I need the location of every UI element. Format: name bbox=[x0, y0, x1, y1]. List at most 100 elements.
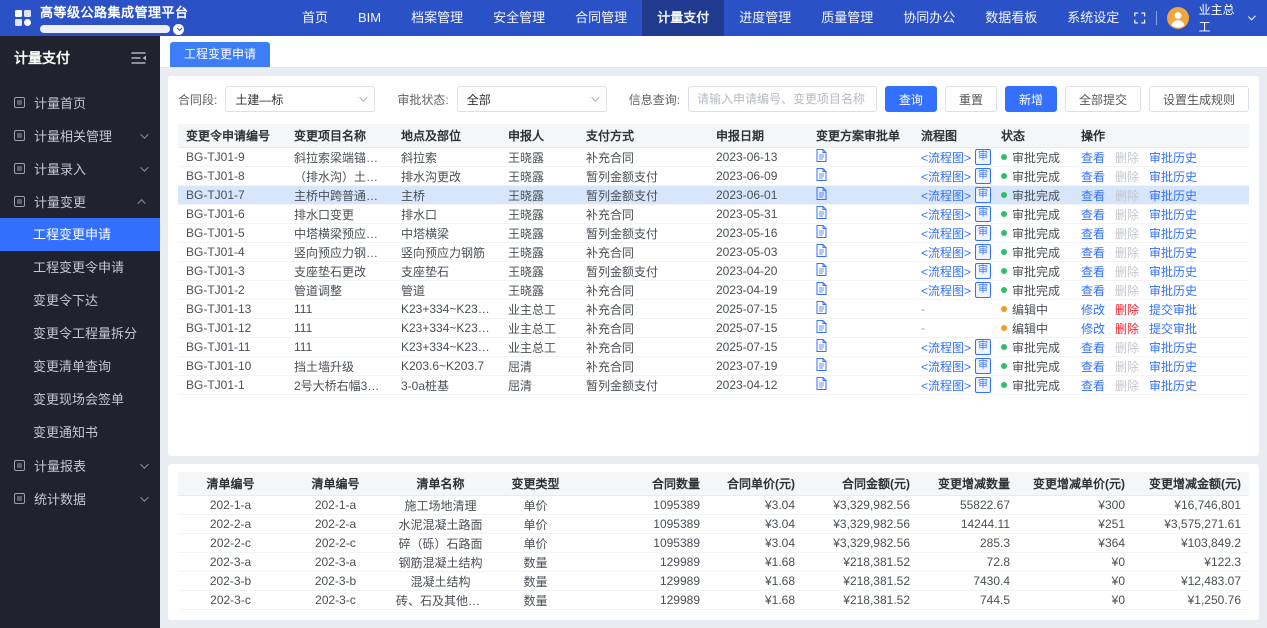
table-row[interactable]: BG-TJ01-6排水口变更排水口王晓露补充合同2023-05-31<流程图>审… bbox=[178, 205, 1249, 224]
approval-history-link[interactable]: 审批历史 bbox=[1149, 244, 1197, 261]
subtitle-toggle-icon[interactable] bbox=[173, 24, 184, 35]
document-icon[interactable] bbox=[816, 168, 827, 181]
delete-link[interactable]: 删除 bbox=[1115, 263, 1139, 280]
view-link[interactable]: 查看 bbox=[1081, 339, 1105, 356]
table-row[interactable]: BG-TJ01-4竖向预应力钢筋压...竖向预应力钢筋王晓露补充合同2023-0… bbox=[178, 243, 1249, 262]
approval-history-link[interactable]: 审批历史 bbox=[1149, 282, 1197, 299]
approval-history-link[interactable]: 审批历史 bbox=[1149, 263, 1197, 280]
sidebar-subitem[interactable]: 变更现场会签单 bbox=[0, 383, 160, 416]
nav-item[interactable]: 数据看板 bbox=[970, 0, 1052, 36]
audit-badge[interactable]: 审 bbox=[975, 225, 991, 241]
view-link[interactable]: 查看 bbox=[1081, 206, 1105, 223]
fullscreen-icon[interactable] bbox=[1134, 11, 1145, 25]
table-row[interactable]: BG-TJ01-11111K23+334~K23+675业主总工补充合同2025… bbox=[178, 338, 1249, 357]
flow-chart-link[interactable]: <流程图> bbox=[921, 187, 971, 204]
document-icon[interactable] bbox=[816, 377, 827, 390]
nav-item[interactable]: 进度管理 bbox=[724, 0, 806, 36]
approval-history-link[interactable]: 审批历史 bbox=[1149, 225, 1197, 242]
generation-rules-button[interactable]: 设置生成规则 bbox=[1149, 86, 1249, 112]
audit-badge[interactable]: 审 bbox=[975, 168, 991, 184]
contract-section-select[interactable]: 土建—标 bbox=[225, 86, 375, 112]
document-icon[interactable] bbox=[816, 149, 827, 162]
sidebar-item[interactable]: 计量录入 bbox=[0, 152, 160, 185]
document-icon[interactable] bbox=[816, 206, 827, 219]
sidebar-item[interactable]: 计量相关管理 bbox=[0, 119, 160, 152]
detail-table-row[interactable]: 202-2-a202-2-a水泥混凝土路面单价1095389¥3.04¥3,32… bbox=[178, 515, 1249, 534]
audit-badge[interactable]: 审 bbox=[975, 339, 991, 355]
audit-badge[interactable]: 审 bbox=[975, 282, 991, 298]
document-icon[interactable] bbox=[816, 244, 827, 257]
nav-item[interactable]: 档案管理 bbox=[396, 0, 478, 36]
delete-link[interactable]: 删除 bbox=[1115, 244, 1139, 261]
submit-approval-link[interactable]: 提交审批 bbox=[1149, 301, 1197, 318]
sidebar-subitem[interactable]: 变更令工程量拆分 bbox=[0, 317, 160, 350]
flow-chart-link[interactable]: <流程图> bbox=[921, 168, 971, 185]
detail-table-row[interactable]: 202-1-a202-1-a施工场地清理单价1095389¥3.04¥3,329… bbox=[178, 496, 1249, 515]
nav-item[interactable]: 计量支付 bbox=[642, 0, 724, 36]
sidebar-subitem[interactable]: 工程变更令申请 bbox=[0, 251, 160, 284]
view-link[interactable]: 查看 bbox=[1081, 149, 1105, 166]
sidebar-subitem[interactable]: 工程变更申请 bbox=[0, 218, 160, 251]
approval-history-link[interactable]: 审批历史 bbox=[1149, 149, 1197, 166]
document-icon[interactable] bbox=[816, 320, 827, 333]
nav-item[interactable]: 协同办公 bbox=[888, 0, 970, 36]
delete-link[interactable]: 删除 bbox=[1115, 282, 1139, 299]
table-row[interactable]: BG-TJ01-10挡土墙升级K203.6~K203.7屈清补充合同2023-0… bbox=[178, 357, 1249, 376]
view-link[interactable]: 查看 bbox=[1081, 187, 1105, 204]
flow-chart-link[interactable]: <流程图> bbox=[921, 377, 971, 394]
chevron-down-icon[interactable] bbox=[1248, 13, 1256, 21]
table-row[interactable]: BG-TJ01-3支座垫石更改支座垫石王晓露暂列金额支付2023-04-20<流… bbox=[178, 262, 1249, 281]
audit-badge[interactable]: 审 bbox=[975, 377, 991, 393]
sidebar-item[interactable]: 计量首页 bbox=[0, 86, 160, 119]
table-row[interactable]: BG-TJ01-2管道调整管道王晓露补充合同2023-04-19<流程图>审审批… bbox=[178, 281, 1249, 300]
collapse-sidebar-icon[interactable] bbox=[131, 52, 146, 64]
document-icon[interactable] bbox=[816, 187, 827, 200]
edit-link[interactable]: 修改 bbox=[1081, 320, 1105, 337]
nav-item[interactable]: 系统设定 bbox=[1052, 0, 1134, 36]
table-row[interactable]: BG-TJ01-9斜拉索梁端锚齿板...斜拉索王晓露补充合同2023-06-13… bbox=[178, 148, 1249, 167]
table-row[interactable]: BG-TJ01-13111K23+334~K23+675业主总工补充合同2025… bbox=[178, 300, 1249, 319]
sidebar-item[interactable]: 统计数据 bbox=[0, 482, 160, 515]
view-link[interactable]: 查看 bbox=[1081, 244, 1105, 261]
document-icon[interactable] bbox=[816, 358, 827, 371]
audit-badge[interactable]: 审 bbox=[975, 263, 991, 279]
document-icon[interactable] bbox=[816, 282, 827, 295]
audit-badge[interactable]: 审 bbox=[975, 244, 991, 260]
submit-all-button[interactable]: 全部提交 bbox=[1065, 86, 1141, 112]
view-link[interactable]: 查看 bbox=[1081, 225, 1105, 242]
submit-approval-link[interactable]: 提交审批 bbox=[1149, 320, 1197, 337]
approval-history-link[interactable]: 审批历史 bbox=[1149, 187, 1197, 204]
flow-chart-link[interactable]: <流程图> bbox=[921, 282, 971, 299]
sidebar-subitem[interactable]: 变更清单查询 bbox=[0, 350, 160, 383]
search-button[interactable]: 查询 bbox=[885, 86, 937, 112]
flow-chart-link[interactable]: <流程图> bbox=[921, 225, 971, 242]
delete-link[interactable]: 删除 bbox=[1115, 149, 1139, 166]
add-button[interactable]: 新增 bbox=[1005, 86, 1057, 112]
table-row[interactable]: BG-TJ01-5中塔横梁预应力孔...中塔横梁王晓露暂列金额支付2023-05… bbox=[178, 224, 1249, 243]
avatar[interactable] bbox=[1167, 7, 1189, 29]
delete-link[interactable]: 删除 bbox=[1115, 206, 1139, 223]
sidebar-subitem[interactable]: 变更通知书 bbox=[0, 416, 160, 449]
edit-link[interactable]: 修改 bbox=[1081, 301, 1105, 318]
nav-item[interactable]: 质量管理 bbox=[806, 0, 888, 36]
view-link[interactable]: 查看 bbox=[1081, 358, 1105, 375]
audit-badge[interactable]: 审 bbox=[975, 358, 991, 374]
table-row[interactable]: BG-TJ01-8（排水沟）土工布排水沟更改王晓露暂列金额支付2023-06-0… bbox=[178, 167, 1249, 186]
approval-history-link[interactable]: 审批历史 bbox=[1149, 168, 1197, 185]
sidebar-subitem[interactable]: 变更令下达 bbox=[0, 284, 160, 317]
document-icon[interactable] bbox=[816, 225, 827, 238]
detail-table-row[interactable]: 202-3-a202-3-a钢筋混凝土结构数量129989¥1.68¥218,3… bbox=[178, 553, 1249, 572]
view-link[interactable]: 查看 bbox=[1081, 168, 1105, 185]
user-name[interactable]: 业主总工 bbox=[1199, 1, 1238, 35]
detail-table-row[interactable]: 202-2-c202-2-c碎（砾）石路面单价1095389¥3.04¥3,32… bbox=[178, 534, 1249, 553]
sidebar-item[interactable]: 计量报表 bbox=[0, 449, 160, 482]
view-link[interactable]: 查看 bbox=[1081, 377, 1105, 394]
document-icon[interactable] bbox=[816, 263, 827, 276]
nav-item[interactable]: 合同管理 bbox=[560, 0, 642, 36]
delete-link[interactable]: 删除 bbox=[1115, 320, 1139, 337]
flow-chart-link[interactable]: <流程图> bbox=[921, 244, 971, 261]
nav-item[interactable]: 安全管理 bbox=[478, 0, 560, 36]
delete-link[interactable]: 删除 bbox=[1115, 225, 1139, 242]
table-row[interactable]: BG-TJ01-12111K23+334~K23+675业主总工补充合同2025… bbox=[178, 319, 1249, 338]
flow-chart-link[interactable]: <流程图> bbox=[921, 263, 971, 280]
